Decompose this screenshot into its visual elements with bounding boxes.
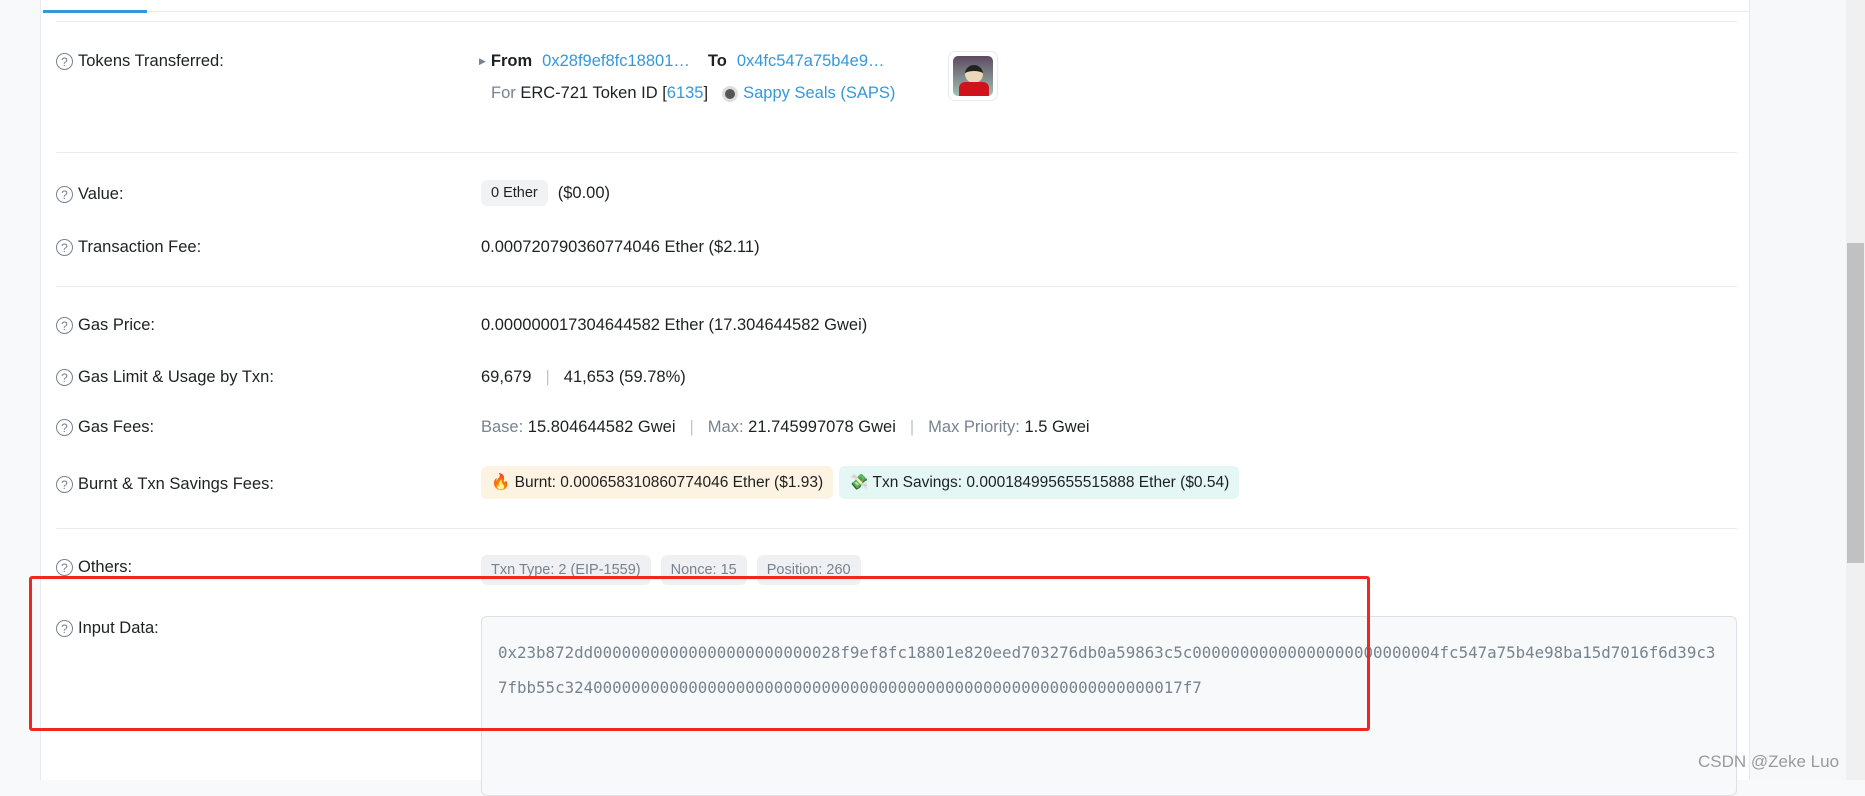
- label-text: Burnt & Txn Savings Fees:: [78, 475, 274, 493]
- gas-usage: 41,653 (59.78%): [563, 368, 686, 386]
- watermark: CSDN @Zeke Luo: [1698, 752, 1840, 771]
- separator: |: [545, 368, 550, 386]
- priority-label: Max Priority:: [928, 418, 1020, 436]
- burnt-savings-value: 🔥 Burnt: 0.000658310860774046 Ether ($1.…: [481, 466, 1240, 499]
- help-icon[interactable]: ?: [56, 369, 73, 386]
- gas-fees-value: Base: 15.804644582 Gwei | Max: 21.745997…: [481, 418, 1090, 437]
- gas-fees-label: ? Gas Fees:: [56, 418, 154, 437]
- from-address-link[interactable]: 0x28f9ef8fc18801…: [542, 52, 690, 71]
- savings-text: Txn Savings: 0.000184995655515888 Ether …: [872, 474, 1230, 491]
- token-id-link[interactable]: 6135: [667, 84, 704, 103]
- scrollbar[interactable]: [1846, 0, 1865, 780]
- label-text: Others:: [78, 558, 133, 576]
- gas-limit-label: ? Gas Limit & Usage by Txn:: [56, 368, 274, 387]
- burnt-savings-label: ? Burnt & Txn Savings Fees:: [56, 475, 274, 494]
- tab-divider: [41, 11, 1751, 12]
- fee-value: 0.000720790360774046 Ether ($2.11): [481, 238, 760, 256]
- token-transfer-line: ▶ From 0x28f9ef8fc18801… To 0x4fc547a75b…: [479, 52, 885, 71]
- divider: [56, 286, 1737, 287]
- gas-limit: 69,679: [481, 368, 532, 386]
- gas-price-value: 0.000000017304644582 Ether (17.304644582…: [481, 316, 868, 334]
- token-standard: ERC-721 Token ID [: [520, 84, 667, 102]
- from-label: From: [490, 52, 533, 70]
- help-icon[interactable]: ?: [56, 559, 73, 576]
- priority-fee: 1.5 Gwei: [1024, 418, 1090, 436]
- help-icon[interactable]: ?: [56, 476, 73, 493]
- page-gutter: [1750, 0, 1846, 780]
- savings-icon: 💸: [849, 474, 869, 491]
- for-label: For: [491, 84, 516, 102]
- help-icon[interactable]: ?: [56, 239, 73, 256]
- usd-value: ($0.00): [557, 183, 611, 202]
- collection-link[interactable]: Sappy Seals (SAPS): [743, 84, 895, 103]
- label-text: Tokens Transferred:: [78, 52, 224, 70]
- separator: |: [689, 418, 694, 436]
- label-text: Value:: [78, 185, 124, 203]
- max-label: Max:: [707, 418, 744, 436]
- help-icon[interactable]: ?: [56, 186, 73, 203]
- fee-label: ? Transaction Fee:: [56, 238, 201, 257]
- burnt-text: Burnt: 0.000658310860774046 Ether ($1.93…: [514, 474, 824, 491]
- max-fee: 21.745997078 Gwei: [748, 418, 896, 436]
- to-address-link[interactable]: 0x4fc547a75b4e9…: [737, 52, 885, 71]
- base-label: Base:: [481, 418, 524, 436]
- divider: [56, 528, 1737, 529]
- burnt-badge: 🔥 Burnt: 0.000658310860774046 Ether ($1.…: [481, 466, 834, 499]
- value-label: ? Value:: [56, 185, 124, 204]
- help-icon[interactable]: ?: [56, 53, 73, 70]
- gas-limit-value: 69,679 | 41,653 (59.78%): [481, 368, 686, 387]
- base-fee: 15.804644582 Gwei: [527, 418, 676, 436]
- label-text: Gas Price:: [78, 316, 156, 334]
- gas-price-label: ? Gas Price:: [56, 316, 155, 335]
- caret-right-icon: ▶: [479, 56, 486, 66]
- others-label: ? Others:: [56, 558, 132, 577]
- nft-thumbnail[interactable]: [948, 51, 998, 101]
- token-detail-line: For ERC-721 Token ID [ 6135 ] Sappy Seal…: [491, 84, 895, 103]
- collection-logo-icon: [722, 85, 739, 102]
- value-field: 0 Ether ($0.00): [481, 180, 610, 206]
- help-icon[interactable]: ?: [56, 317, 73, 334]
- label-text: Gas Limit & Usage by Txn:: [78, 368, 274, 386]
- label-text: Gas Fees:: [78, 418, 155, 436]
- tokens-transferred-label: ? Tokens Transferred:: [56, 52, 224, 71]
- fire-icon: 🔥: [491, 474, 511, 491]
- highlight-annotation-box: [29, 576, 1370, 731]
- bracket: ]: [703, 84, 709, 102]
- divider: [56, 21, 1737, 22]
- separator: |: [909, 418, 915, 436]
- scrollbar-thumb[interactable]: [1847, 243, 1864, 563]
- divider: [56, 152, 1737, 153]
- savings-badge: 💸 Txn Savings: 0.000184995655515888 Ethe…: [839, 466, 1240, 499]
- label-text: Transaction Fee:: [78, 238, 202, 256]
- help-icon[interactable]: ?: [56, 419, 73, 436]
- active-tab-indicator[interactable]: [43, 10, 147, 13]
- to-label: To: [707, 52, 727, 70]
- ether-amount-badge: 0 Ether: [481, 180, 548, 206]
